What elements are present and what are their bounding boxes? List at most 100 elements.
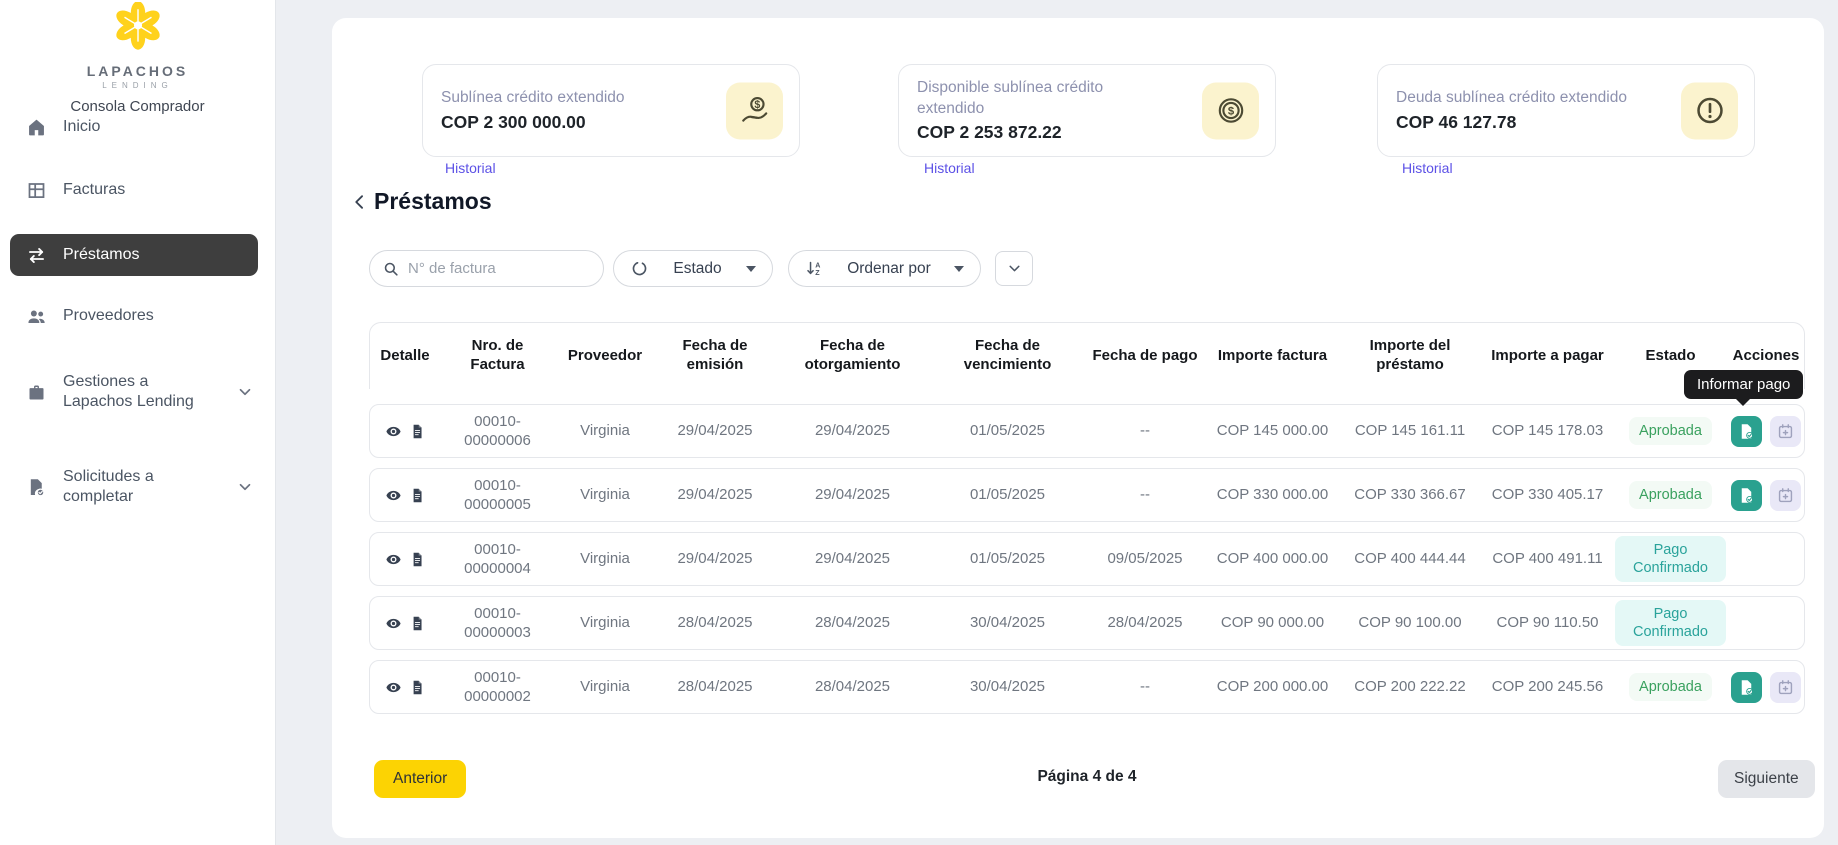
- caret-down-icon: [954, 266, 964, 272]
- table-row: 00010-00000006 Virginia 29/04/2025 29/04…: [369, 404, 1805, 458]
- summary-card-label: Sublínea crédito extendido: [441, 88, 679, 109]
- coins-icon: [1202, 82, 1259, 139]
- calendar-plus-icon: [1776, 678, 1795, 697]
- payable-amount-cell: COP 200 245.56: [1480, 677, 1615, 697]
- sidebar-item-inicio[interactable]: Inicio: [0, 107, 276, 147]
- table-row: 00010-00000003 Virginia 28/04/2025 28/04…: [369, 596, 1805, 650]
- table-row: 00010-00000002 Virginia 28/04/2025 28/04…: [369, 660, 1805, 714]
- invoice-amount-cell: COP 90 000.00: [1205, 613, 1340, 633]
- document-icon[interactable]: [409, 679, 426, 696]
- summary-card-label: Disponible sublínea crédito extendido: [917, 78, 1155, 120]
- eye-icon[interactable]: [385, 551, 402, 568]
- table-row: 00010-00000005 Virginia 29/04/2025 29/04…: [369, 468, 1805, 522]
- chevron-down-icon: [1006, 260, 1023, 277]
- historial-link[interactable]: Historial: [924, 160, 975, 176]
- estado-filter-label: Estado: [673, 260, 721, 278]
- provider-cell: Virginia: [555, 421, 655, 441]
- back-chevron-icon[interactable]: [350, 192, 370, 212]
- ordenar-dropdown[interactable]: Ordenar por: [788, 250, 981, 287]
- emission-date-cell: 28/04/2025: [655, 613, 775, 633]
- column-header: Fecha de vencimiento: [930, 337, 1085, 375]
- document-check-icon: [1737, 422, 1756, 441]
- table-row: 00010-00000004 Virginia 29/04/2025 29/04…: [369, 532, 1805, 586]
- report-payment-button[interactable]: [1731, 416, 1762, 447]
- eye-icon[interactable]: [385, 615, 402, 632]
- sort-az-icon: [805, 259, 824, 278]
- calendar-plus-button[interactable]: [1770, 480, 1801, 511]
- sidebar-item-label: Facturas: [63, 180, 125, 200]
- chevron-down-icon: [236, 383, 254, 401]
- document-icon[interactable]: [409, 615, 426, 632]
- sidebar-item-label: Proveedores: [63, 306, 154, 326]
- sidebar-item-label: Solicitudes a completar: [63, 467, 221, 507]
- invoice-number: 00010-00000006: [452, 412, 544, 451]
- due-date-cell: 01/05/2025: [930, 421, 1085, 441]
- status-badge: Aprobada: [1629, 481, 1712, 509]
- brand-logo: LAPACHOS LENDING Consola Comprador: [0, 2, 275, 115]
- previous-page-button[interactable]: Anterior: [374, 760, 466, 798]
- emission-date-cell: 28/04/2025: [655, 677, 775, 697]
- calendar-plus-button[interactable]: [1770, 672, 1801, 703]
- granting-date-cell: 28/04/2025: [775, 613, 930, 633]
- report-payment-button[interactable]: [1731, 672, 1762, 703]
- invoice-amount-cell: COP 200 000.00: [1205, 677, 1340, 697]
- report-payment-button[interactable]: [1731, 480, 1762, 511]
- invoice-number: 00010-00000002: [452, 668, 544, 707]
- eye-icon[interactable]: [385, 487, 402, 504]
- sidebar-item-prestamos[interactable]: Préstamos: [10, 234, 258, 276]
- sidebar: LAPACHOS LENDING Consola Comprador Inici…: [0, 0, 276, 845]
- loan-amount-cell: COP 330 366.67: [1340, 485, 1480, 505]
- eye-icon[interactable]: [385, 679, 402, 696]
- sidebar-item-facturas[interactable]: Facturas: [0, 170, 276, 210]
- brand-tagline: LENDING: [0, 81, 275, 90]
- status-badge: Pago Confirmado: [1615, 536, 1726, 582]
- column-header: Importe a pagar: [1480, 347, 1615, 366]
- document-icon[interactable]: [409, 423, 426, 440]
- loan-amount-cell: COP 145 161.11: [1340, 421, 1480, 441]
- caret-down-icon: [746, 266, 756, 272]
- payment-date-cell: --: [1085, 421, 1205, 441]
- main-content-card: Sublínea crédito extendido COP 2 300 000…: [332, 18, 1824, 838]
- home-icon: [26, 117, 47, 138]
- loan-amount-cell: COP 200 222.22: [1340, 677, 1480, 697]
- next-page-button[interactable]: Siguiente: [1718, 760, 1815, 798]
- column-header: Fecha de emisión: [655, 337, 775, 375]
- loan-amount-cell: COP 400 444.44: [1340, 549, 1480, 569]
- payable-amount-cell: COP 90 110.50: [1480, 613, 1615, 633]
- due-date-cell: 30/04/2025: [930, 613, 1085, 633]
- ordenar-label: Ordenar por: [847, 260, 931, 278]
- file-check-icon: [26, 477, 47, 498]
- historial-link[interactable]: Historial: [1402, 160, 1453, 176]
- emission-date-cell: 29/04/2025: [655, 421, 775, 441]
- sidebar-item-gestiones[interactable]: Gestiones a Lapachos Lending: [0, 360, 276, 424]
- status-badge: Aprobada: [1629, 417, 1712, 445]
- transfer-icon: [26, 245, 47, 266]
- calendar-plus-button[interactable]: [1770, 416, 1801, 447]
- sidebar-item-solicitudes[interactable]: Solicitudes a completar: [0, 455, 276, 519]
- summary-card-deuda: Deuda sublínea crédito extendido COP 46 …: [1377, 64, 1755, 157]
- status-circle-icon: [630, 259, 649, 278]
- payment-date-cell: --: [1085, 677, 1205, 697]
- document-check-icon: [1737, 486, 1756, 505]
- provider-cell: Virginia: [555, 677, 655, 697]
- summary-card-label: Deuda sublínea crédito extendido: [1396, 88, 1634, 109]
- collapse-filters-button[interactable]: [995, 251, 1033, 286]
- loans-table: Detalle Nro. de Factura Proveedor Fecha …: [369, 322, 1805, 724]
- emission-date-cell: 29/04/2025: [655, 485, 775, 505]
- payment-date-cell: 09/05/2025: [1085, 549, 1205, 569]
- sidebar-item-label: Préstamos: [63, 245, 139, 265]
- emission-date-cell: 29/04/2025: [655, 549, 775, 569]
- estado-filter-dropdown[interactable]: Estado: [613, 250, 773, 287]
- document-icon[interactable]: [409, 551, 426, 568]
- payment-date-cell: 28/04/2025: [1085, 613, 1205, 633]
- status-badge: Aprobada: [1629, 673, 1712, 701]
- eye-icon[interactable]: [385, 423, 402, 440]
- historial-link[interactable]: Historial: [445, 160, 496, 176]
- page-info: Página 4 de 4: [369, 768, 1805, 786]
- hand-coin-icon: [726, 82, 783, 139]
- payment-date-cell: --: [1085, 485, 1205, 505]
- column-header: Fecha de otorgamiento: [775, 337, 930, 375]
- search-input[interactable]: [408, 260, 591, 277]
- document-icon[interactable]: [409, 487, 426, 504]
- sidebar-item-proveedores[interactable]: Proveedores: [0, 296, 276, 336]
